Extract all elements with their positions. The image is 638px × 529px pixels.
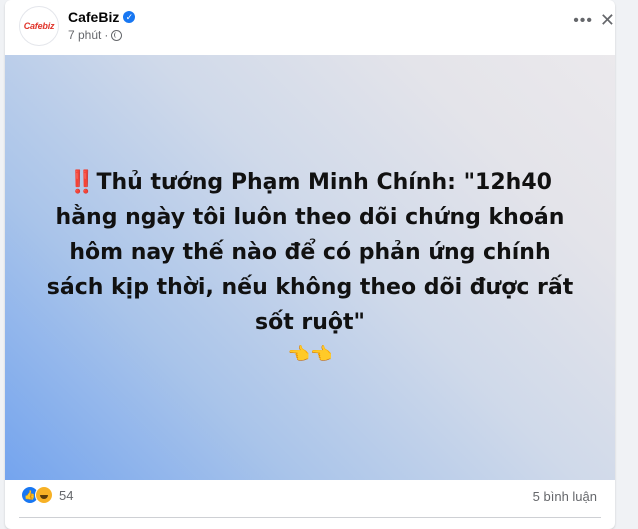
more-options-button[interactable]: ••• bbox=[573, 12, 593, 30]
post-card: Cafebiz CafeBiz ✓ 7 phút · ••• ✕ ‼️ Thủ t… bbox=[5, 0, 615, 529]
close-icon: ✕ bbox=[599, 10, 615, 30]
divider bbox=[19, 517, 601, 518]
comments-count-link[interactable]: 5 bình luận bbox=[533, 489, 597, 504]
post-message: ‼️ Thủ tướng Phạm Minh Chính: "12h40 hằng… bbox=[40, 165, 580, 370]
avatar-logo-text: Cafebiz bbox=[23, 21, 55, 31]
reactions-count: 54 bbox=[59, 487, 74, 503]
name-row: CafeBiz ✓ bbox=[68, 9, 136, 25]
close-button[interactable]: ✕ bbox=[600, 10, 615, 31]
page-name-link[interactable]: CafeBiz bbox=[68, 9, 119, 25]
haha-reaction-icon bbox=[35, 486, 53, 504]
post-header: Cafebiz CafeBiz ✓ 7 phút · ••• ✕ bbox=[5, 0, 615, 55]
double-exclamation-emoji: ‼️ bbox=[68, 170, 95, 195]
page-avatar[interactable]: Cafebiz bbox=[19, 6, 59, 46]
post-message-text: Thủ tướng Phạm Minh Chính: "12h40 hằng n… bbox=[46, 170, 574, 335]
meta-separator: · bbox=[104, 28, 109, 42]
reactions-summary[interactable]: 👍 54 bbox=[21, 486, 73, 504]
more-horizontal-icon: ••• bbox=[573, 12, 593, 29]
globe-icon[interactable] bbox=[111, 29, 123, 41]
post-background-text[interactable]: ‼️ Thủ tướng Phạm Minh Chính: "12h40 hằng… bbox=[5, 55, 615, 480]
pointing-hands-emoji: 👈👈 bbox=[287, 344, 333, 365]
post-timestamp[interactable]: 7 phút bbox=[68, 28, 101, 42]
post-meta: 7 phút · bbox=[68, 28, 123, 42]
verified-badge-icon: ✓ bbox=[123, 11, 136, 23]
